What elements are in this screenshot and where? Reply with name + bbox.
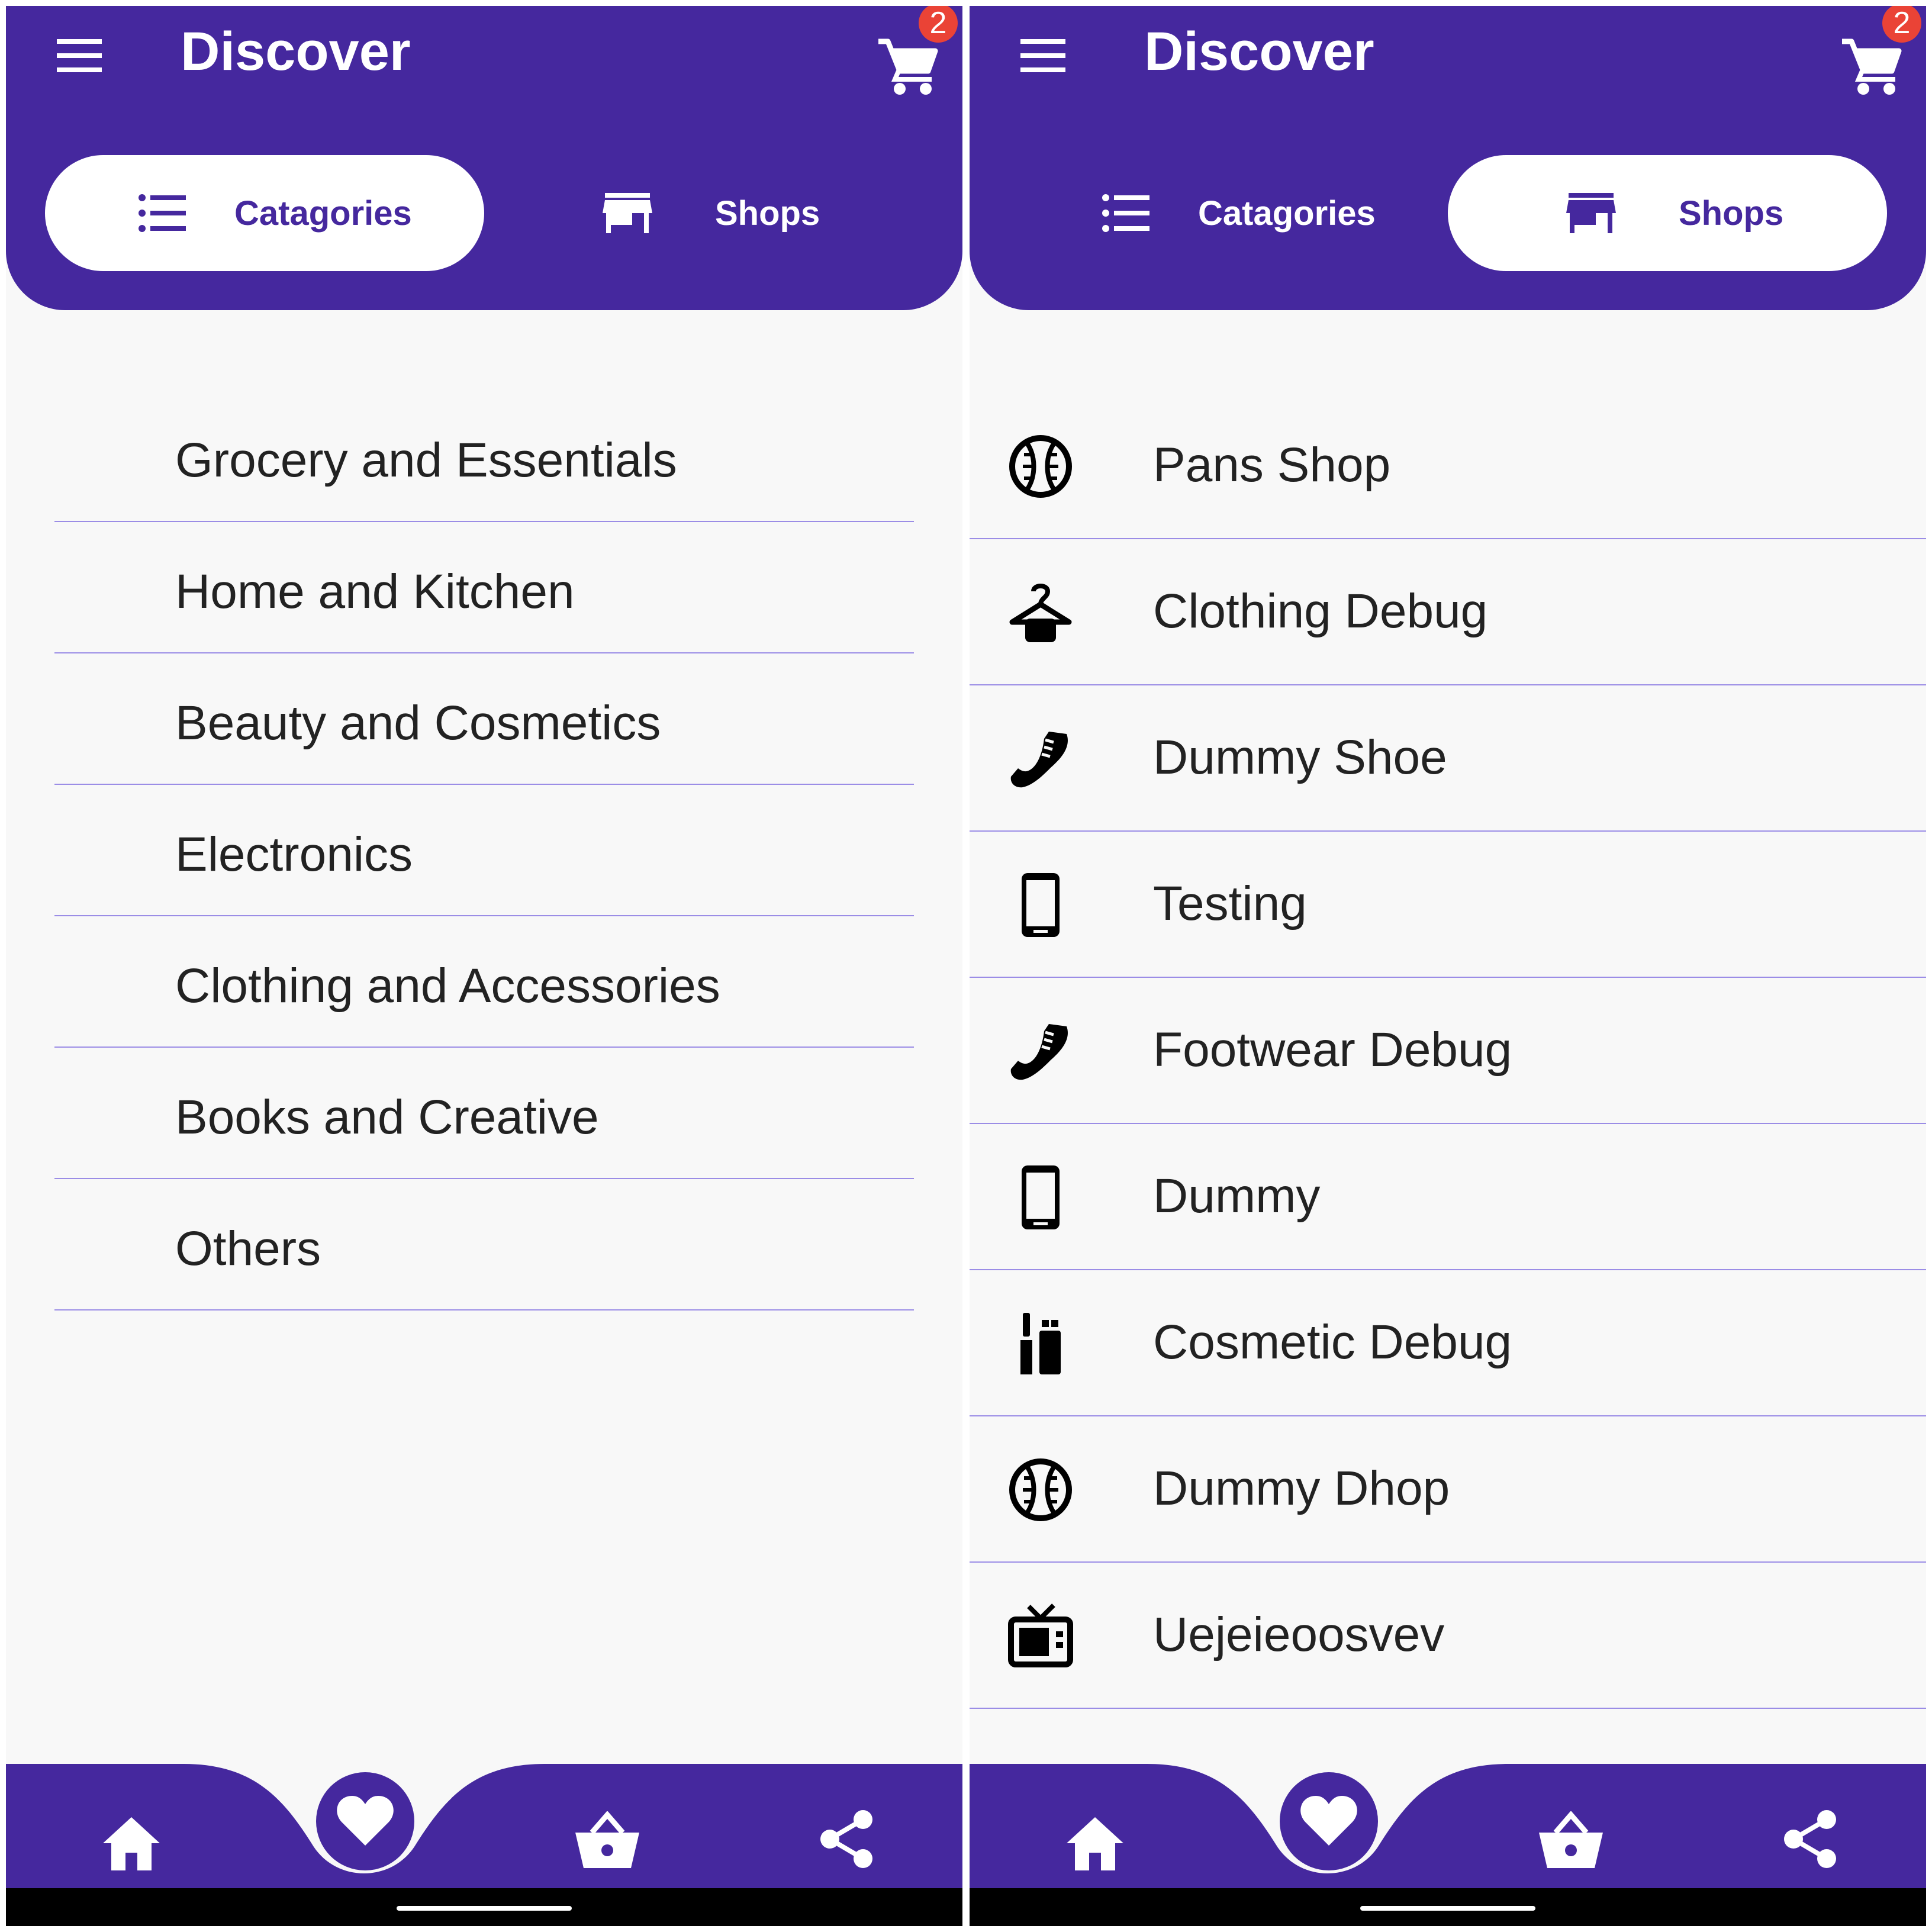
shop-name: Dummy Shoe: [1153, 730, 1447, 784]
screen-shops: Discover 2 Catagories Shops Pans Shop Cl…: [970, 6, 1926, 1926]
category-list: Grocery and Essentials Home and Kitchen …: [6, 391, 962, 1310]
tab-categories[interactable]: Catagories: [45, 155, 484, 271]
list-icon: [1102, 194, 1149, 232]
cart-icon[interactable]: [1838, 34, 1904, 96]
shop-name: Dummy: [1153, 1169, 1321, 1223]
shop-name: Dummy Dhop: [1153, 1461, 1450, 1515]
shop-name: Testing: [1153, 877, 1307, 930]
home-icon[interactable]: [99, 1814, 163, 1873]
heart-icon: [1300, 1796, 1357, 1846]
shop-item[interactable]: Testing: [970, 832, 1926, 978]
shop-name: Footwear Debug: [1153, 1023, 1512, 1077]
gesture-home-indicator[interactable]: [397, 1906, 572, 1911]
favorites-button[interactable]: [316, 1772, 414, 1870]
category-item[interactable]: Grocery and Essentials: [54, 391, 914, 522]
shop-item[interactable]: Dummy: [970, 1124, 1926, 1270]
shop-list: Pans Shop Clothing Debug Dummy Shoe Test…: [970, 393, 1926, 1709]
app-header: Discover 2 Catagories Shops: [970, 6, 1926, 310]
shop-item[interactable]: Dummy Dhop: [970, 1416, 1926, 1563]
cart-icon[interactable]: [875, 34, 940, 96]
smartphone-icon: [1022, 1165, 1060, 1229]
basket-icon[interactable]: [574, 1811, 640, 1870]
tab-shops-label: Shops: [1679, 194, 1784, 233]
category-label: Home and Kitchen: [175, 565, 575, 619]
share-icon[interactable]: [1780, 1808, 1840, 1870]
category-label: Beauty and Cosmetics: [175, 696, 661, 750]
home-icon[interactable]: [1063, 1814, 1127, 1873]
shoe-icon: [1010, 1024, 1068, 1080]
tab-shops-label: Shops: [715, 194, 820, 233]
system-navigation-bar: [6, 1888, 962, 1926]
screen-categories: Discover 2 Catagories Shops Grocery and …: [6, 6, 962, 1926]
shoe-icon: [1010, 732, 1068, 788]
heart-icon: [337, 1796, 394, 1846]
baseball-icon: [1009, 1458, 1072, 1521]
gesture-home-indicator[interactable]: [1360, 1906, 1535, 1911]
bottom-navigation: [970, 1764, 1926, 1888]
shop-item[interactable]: Footwear Debug: [970, 978, 1926, 1124]
category-item[interactable]: Books and Creative: [54, 1048, 914, 1179]
shop-name: Pans Shop: [1153, 438, 1391, 492]
shop-item[interactable]: Cosmetic Debug: [970, 1270, 1926, 1416]
menu-icon[interactable]: [49, 34, 110, 77]
cosmetics-icon: [1020, 1313, 1061, 1374]
system-navigation-bar: [970, 1888, 1926, 1926]
app-header: Discover 2 Catagories Shops: [6, 6, 962, 310]
category-item[interactable]: Beauty and Cosmetics: [54, 653, 914, 785]
category-label: Grocery and Essentials: [175, 433, 677, 487]
list-icon: [139, 194, 186, 232]
storefront-icon: [603, 193, 652, 233]
category-label: Others: [175, 1222, 321, 1276]
cart-count-badge: 2: [919, 6, 958, 43]
tab-categories-label: Catagories: [1198, 194, 1376, 233]
page-title: Discover: [181, 21, 411, 82]
category-label: Books and Creative: [175, 1090, 599, 1144]
menu-icon[interactable]: [1012, 34, 1074, 77]
shop-item[interactable]: Pans Shop: [970, 393, 1926, 539]
tab-shops[interactable]: Shops: [484, 155, 923, 271]
page-title: Discover: [1144, 21, 1374, 82]
shop-item[interactable]: Dummy Shoe: [970, 685, 1926, 832]
smartphone-icon: [1022, 873, 1060, 937]
hanger-icon: [1009, 584, 1072, 642]
share-icon[interactable]: [817, 1808, 876, 1870]
tab-categories[interactable]: Catagories: [1009, 155, 1448, 271]
basket-icon[interactable]: [1538, 1811, 1604, 1870]
shop-name: Uejeieoosvev: [1153, 1608, 1445, 1661]
category-label: Electronics: [175, 827, 413, 881]
category-item[interactable]: Others: [54, 1179, 914, 1310]
bottom-navigation: [6, 1764, 962, 1888]
category-item[interactable]: Home and Kitchen: [54, 522, 914, 653]
tab-categories-label: Catagories: [234, 194, 412, 233]
shop-item[interactable]: Clothing Debug: [970, 539, 1926, 685]
baseball-icon: [1009, 435, 1072, 498]
tab-shops[interactable]: Shops: [1448, 155, 1887, 271]
shop-name: Clothing Debug: [1153, 584, 1488, 638]
tv-icon: [1008, 1603, 1073, 1667]
category-label: Clothing and Accessories: [175, 959, 720, 1013]
category-item[interactable]: Electronics: [54, 785, 914, 916]
favorites-button[interactable]: [1280, 1772, 1378, 1870]
shop-item[interactable]: Uejeieoosvev: [970, 1563, 1926, 1709]
cart-count-badge: 2: [1882, 6, 1921, 43]
category-item[interactable]: Clothing and Accessories: [54, 916, 914, 1048]
shop-name: Cosmetic Debug: [1153, 1315, 1512, 1369]
storefront-icon: [1566, 193, 1616, 233]
